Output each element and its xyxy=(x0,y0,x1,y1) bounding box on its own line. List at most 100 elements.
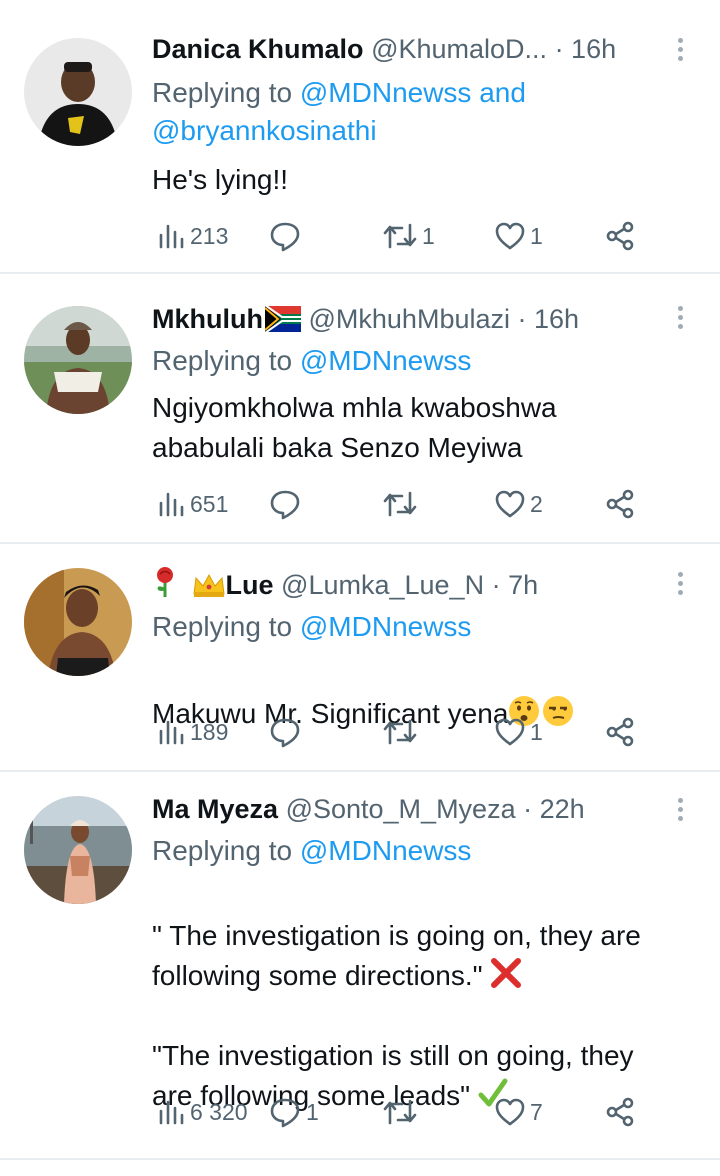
tweet-2[interactable]: Mkhuluh @MkhuhMbulazi · 16h Replying to … xyxy=(0,274,720,542)
views-button[interactable]: 6 320 xyxy=(156,1092,248,1132)
tweet-4[interactable]: Ma Myeza @Sonto_M_Myeza · 22h Replying t… xyxy=(0,772,720,1158)
author-handle[interactable]: @KhumaloD... xyxy=(371,34,547,64)
replying-to-mention[interactable]: @bryannkosinathi xyxy=(152,115,377,146)
replying-to-label: Replying to xyxy=(152,611,293,642)
retweet-icon xyxy=(383,719,417,745)
share-button[interactable] xyxy=(604,484,636,524)
retweet-button[interactable] xyxy=(382,1092,422,1132)
crown-icon xyxy=(192,573,225,597)
share-button[interactable] xyxy=(604,216,636,256)
retweet-icon xyxy=(383,223,417,249)
replying-to-label: Replying to xyxy=(152,835,293,866)
replying-to-mention[interactable]: @MDNnewss and xyxy=(300,77,526,108)
author-name[interactable]: Ma Myeza xyxy=(152,794,278,824)
replying-to-label: Replying to xyxy=(152,345,293,376)
action-bar: 213 1 1 xyxy=(156,216,656,256)
like-button[interactable]: 2 xyxy=(494,484,543,524)
like-button[interactable]: 1 xyxy=(494,216,543,256)
author-name[interactable]: Lue xyxy=(226,570,274,600)
views-count: 189 xyxy=(190,718,229,745)
like-count: 1 xyxy=(530,718,543,745)
timestamp[interactable]: · 16h xyxy=(555,34,617,64)
heart-icon xyxy=(495,490,525,518)
tweet-text-paragraph-1: " The investigation is going on, they ar… xyxy=(152,920,641,991)
avatar[interactable] xyxy=(24,796,132,904)
like-count: 1 xyxy=(530,222,543,249)
views-button[interactable]: 189 xyxy=(156,712,228,752)
replying-to: Replying to @MDNnewss and @bryannkosinat… xyxy=(152,74,526,150)
retweet-button[interactable] xyxy=(382,712,422,752)
reply-icon xyxy=(270,222,300,252)
analytics-icon xyxy=(159,224,184,249)
replying-to-mention[interactable]: @MDNnewss xyxy=(300,835,472,866)
tweet-1[interactable]: Danica Khumalo @KhumaloD... · 16h Replyi… xyxy=(0,0,720,272)
share-icon xyxy=(606,1097,634,1127)
tweet-text: Ngiyomkholwa mhla kwaboshwa ababulali ba… xyxy=(152,392,557,463)
timestamp[interactable]: · 7h xyxy=(492,570,539,600)
author-handle[interactable]: @Lumka_Lue_N xyxy=(281,570,484,600)
reply-button[interactable] xyxy=(268,712,306,752)
share-icon xyxy=(606,489,634,519)
retweet-button[interactable]: 1 xyxy=(382,216,435,256)
share-button[interactable] xyxy=(604,712,636,752)
views-count: 213 xyxy=(190,222,229,249)
avatar[interactable] xyxy=(24,568,132,676)
more-options-icon[interactable] xyxy=(668,794,692,834)
author-handle[interactable]: @Sonto_M_Myeza xyxy=(286,794,516,824)
heart-icon xyxy=(495,222,525,250)
avatar[interactable] xyxy=(24,306,132,414)
reply-icon xyxy=(270,1098,300,1128)
share-button[interactable] xyxy=(604,1092,636,1132)
action-bar: 189 1 xyxy=(156,712,656,752)
views-button[interactable]: 651 xyxy=(156,484,228,524)
tweet-text-container: " The investigation is going on, they ar… xyxy=(152,876,692,996)
tweet-3[interactable]: Lue @Lumka_Lue_N · 7h Replying to @MDNne… xyxy=(0,544,720,770)
avatar[interactable] xyxy=(24,38,132,146)
author-name[interactable]: Danica Khumalo xyxy=(152,34,364,64)
divider xyxy=(0,1158,720,1160)
replying-to: Replying to @MDNnewss xyxy=(152,608,471,646)
replying-to: Replying to @MDNnewss xyxy=(152,832,471,870)
reply-button[interactable] xyxy=(268,216,306,256)
reply-button[interactable]: 1 xyxy=(268,1092,319,1132)
like-button[interactable]: 7 xyxy=(494,1092,543,1132)
replying-to-mention[interactable]: @MDNnewss xyxy=(300,611,472,642)
reply-button[interactable] xyxy=(268,484,306,524)
views-button[interactable]: 213 xyxy=(156,216,228,256)
cross-mark-icon xyxy=(491,958,522,988)
more-options-icon[interactable] xyxy=(668,34,692,74)
heart-icon xyxy=(495,1098,525,1126)
retweet-count: 1 xyxy=(422,222,435,249)
author-name[interactable]: Mkhuluh xyxy=(152,304,263,334)
action-bar: 651 2 xyxy=(156,484,656,524)
views-count: 651 xyxy=(190,490,229,517)
author-handle[interactable]: @MkhuhMbulazi xyxy=(309,304,511,334)
south-africa-flag-icon xyxy=(264,306,301,332)
tweet-header: Ma Myeza @Sonto_M_Myeza · 22h xyxy=(152,792,585,826)
retweet-icon xyxy=(383,1099,417,1125)
analytics-icon xyxy=(159,720,184,745)
replying-to-label: Replying to xyxy=(152,77,293,108)
analytics-icon xyxy=(159,1100,184,1125)
retweet-button[interactable] xyxy=(382,484,422,524)
like-count: 2 xyxy=(530,490,543,517)
reply-count: 1 xyxy=(306,1098,319,1125)
rose-icon xyxy=(157,567,173,597)
replying-to-mention[interactable]: @MDNnewss xyxy=(300,345,472,376)
heart-icon xyxy=(495,718,525,746)
like-button[interactable]: 1 xyxy=(494,712,543,752)
share-icon xyxy=(606,221,634,251)
reply-icon xyxy=(270,718,300,748)
timestamp[interactable]: · 16h xyxy=(518,304,580,334)
tweet-header: Lue @Lumka_Lue_N · 7h xyxy=(152,566,538,602)
tweet-header: Mkhuluh @MkhuhMbulazi · 16h xyxy=(152,302,579,336)
replying-to: Replying to @MDNnewss xyxy=(152,342,471,380)
views-count: 6 320 xyxy=(190,1098,248,1125)
tweet-header: Danica Khumalo @KhumaloD... · 16h xyxy=(152,32,616,66)
more-options-icon[interactable] xyxy=(668,568,692,608)
more-options-icon[interactable] xyxy=(668,302,692,342)
retweet-icon xyxy=(383,491,417,517)
tweet-text: He's lying!! xyxy=(152,164,289,195)
share-icon xyxy=(606,717,634,747)
timestamp[interactable]: · 22h xyxy=(523,794,585,824)
